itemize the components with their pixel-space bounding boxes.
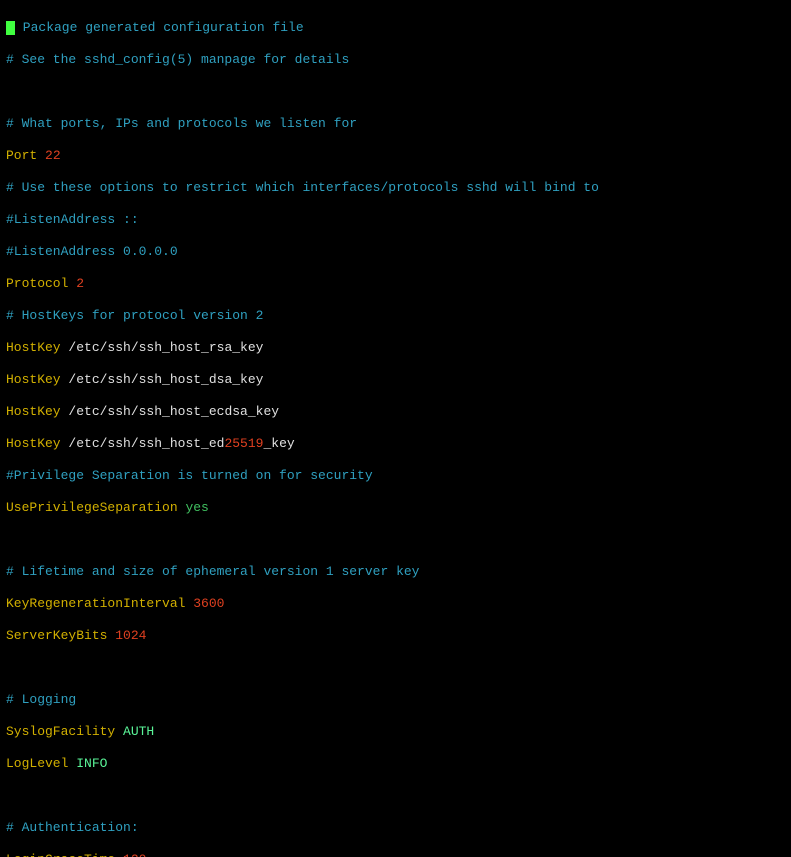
config-line: LogLevel INFO bbox=[6, 756, 785, 772]
config-line: # Logging bbox=[6, 692, 785, 708]
directive-value: _key bbox=[263, 436, 294, 451]
directive-value: yes bbox=[185, 500, 208, 515]
blank-line bbox=[6, 788, 785, 804]
config-line: # See the sshd_config(5) manpage for det… bbox=[6, 52, 785, 68]
comment-text: Package generated configuration file bbox=[15, 20, 304, 35]
directive-value: INFO bbox=[76, 756, 107, 771]
config-line: ServerKeyBits 1024 bbox=[6, 628, 785, 644]
directive-key: LoginGraceTime bbox=[6, 852, 123, 857]
comment-text: # What ports, IPs and protocols we liste… bbox=[6, 116, 357, 131]
config-line: KeyRegenerationInterval 3600 bbox=[6, 596, 785, 612]
config-line: #ListenAddress :: bbox=[6, 212, 785, 228]
comment-text: # Lifetime and size of ephemeral version… bbox=[6, 564, 419, 579]
directive-key: Protocol bbox=[6, 276, 76, 291]
directive-value: AUTH bbox=[123, 724, 154, 739]
directive-key: HostKey bbox=[6, 436, 68, 451]
comment-text: #Privilege Separation is turned on for s… bbox=[6, 468, 373, 483]
comment-text: # HostKeys for protocol version 2 bbox=[6, 308, 263, 323]
comment-text: # Logging bbox=[6, 692, 76, 707]
directive-value: 22 bbox=[45, 148, 61, 163]
config-line: HostKey /etc/ssh/ssh_host_dsa_key bbox=[6, 372, 785, 388]
directive-value: /etc/ssh/ssh_host_ecdsa_key bbox=[68, 404, 279, 419]
config-line: # Use these options to restrict which in… bbox=[6, 180, 785, 196]
directive-key: HostKey bbox=[6, 404, 68, 419]
config-line: # Authentication: bbox=[6, 820, 785, 836]
directive-key: HostKey bbox=[6, 372, 68, 387]
blank-line bbox=[6, 660, 785, 676]
config-line: UsePrivilegeSeparation yes bbox=[6, 500, 785, 516]
directive-value: /etc/ssh/ssh_host_rsa_key bbox=[68, 340, 263, 355]
blank-line bbox=[6, 84, 785, 100]
config-line: Protocol 2 bbox=[6, 276, 785, 292]
directive-value: /etc/ssh/ssh_host_ed bbox=[68, 436, 224, 451]
directive-key: SyslogFacility bbox=[6, 724, 123, 739]
directive-value: 25519 bbox=[224, 436, 263, 451]
directive-value: /etc/ssh/ssh_host_dsa_key bbox=[68, 372, 263, 387]
directive-value: 1024 bbox=[115, 628, 146, 643]
comment-text: #ListenAddress 0.0.0.0 bbox=[6, 244, 178, 259]
config-line: Package generated configuration file bbox=[6, 20, 785, 36]
config-line: HostKey /etc/ssh/ssh_host_ed25519_key bbox=[6, 436, 785, 452]
directive-value: 2 bbox=[76, 276, 84, 291]
comment-text: # Use these options to restrict which in… bbox=[6, 180, 599, 195]
directive-key: UsePrivilegeSeparation bbox=[6, 500, 185, 515]
config-line: #Privilege Separation is turned on for s… bbox=[6, 468, 785, 484]
cursor bbox=[6, 21, 15, 35]
config-line: LoginGraceTime 120 bbox=[6, 852, 785, 857]
directive-value: 3600 bbox=[193, 596, 224, 611]
config-line: # HostKeys for protocol version 2 bbox=[6, 308, 785, 324]
config-line: HostKey /etc/ssh/ssh_host_rsa_key bbox=[6, 340, 785, 356]
directive-key: LogLevel bbox=[6, 756, 76, 771]
terminal-view[interactable]: Package generated configuration file # S… bbox=[0, 0, 791, 857]
comment-text: #ListenAddress :: bbox=[6, 212, 139, 227]
config-line: # What ports, IPs and protocols we liste… bbox=[6, 116, 785, 132]
config-line: #ListenAddress 0.0.0.0 bbox=[6, 244, 785, 260]
config-line: HostKey /etc/ssh/ssh_host_ecdsa_key bbox=[6, 404, 785, 420]
directive-key: Port bbox=[6, 148, 45, 163]
directive-value: 120 bbox=[123, 852, 146, 857]
blank-line bbox=[6, 532, 785, 548]
config-line: # Lifetime and size of ephemeral version… bbox=[6, 564, 785, 580]
comment-text: # See the sshd_config(5) manpage for det… bbox=[6, 52, 349, 67]
comment-text: # Authentication: bbox=[6, 820, 139, 835]
directive-key: KeyRegenerationInterval bbox=[6, 596, 193, 611]
directive-key: ServerKeyBits bbox=[6, 628, 115, 643]
config-line: Port 22 bbox=[6, 148, 785, 164]
config-line: SyslogFacility AUTH bbox=[6, 724, 785, 740]
directive-key: HostKey bbox=[6, 340, 68, 355]
